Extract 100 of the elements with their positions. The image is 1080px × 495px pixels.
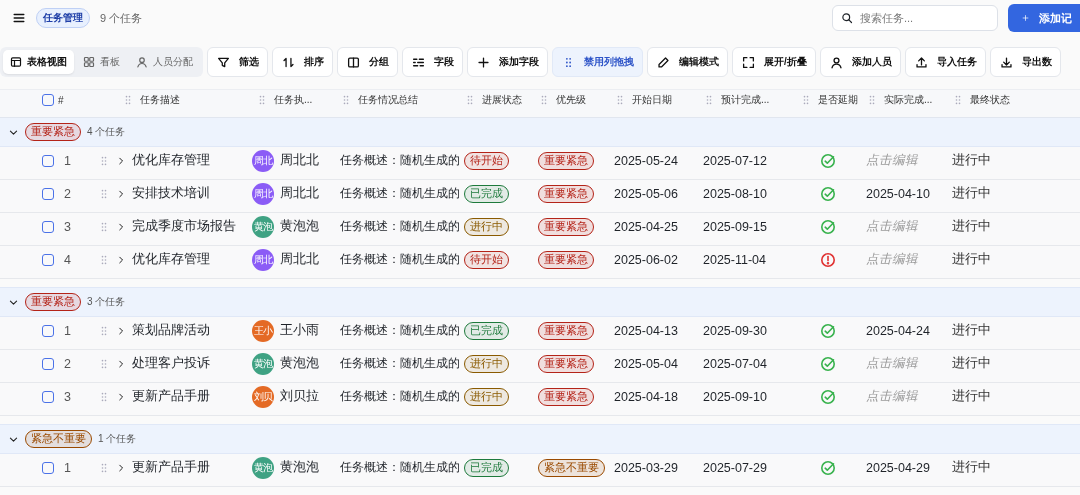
final-status: 进行中 [952,152,992,169]
status-tag: 进行中 [464,217,509,236]
summary-text: 任务概述：随机生成的 [340,252,460,267]
checkbox[interactable] [42,94,54,107]
assignee-name: 黄泡泡 [280,355,319,372]
menu-button[interactable] [12,11,26,25]
task-title: 优化库存管理 [132,152,210,169]
search-field[interactable]: 搜索任务... [832,5,998,31]
column-header: 实际完成... [884,93,933,108]
priority-tag: 重要紧急 [538,217,594,236]
expand-toggle[interactable] [116,254,126,265]
expand-toggle[interactable] [116,462,126,473]
chevron-icon [116,188,126,199]
priority-tag: 重要紧急 [538,387,594,406]
checkbox[interactable] [42,187,54,200]
date-text: 2025-09-15 [703,219,768,234]
chevron-icon [116,155,126,166]
priority-tag: 重要紧急 [538,250,594,269]
status-tag: 已完成 [464,321,509,340]
toolbar-button[interactable]: 添加字段 [467,47,548,77]
status-tag: 进行中 [464,354,509,373]
column-header: # [58,94,65,106]
row-number: 1 [63,323,72,338]
task-title: 更新产品手册 [132,388,210,405]
view-tab[interactable]: 看板 [76,50,127,74]
avatar: 周北 [252,149,274,172]
add-record-button[interactable]: 添加记 [1008,4,1080,32]
row-number: 3 [63,219,72,234]
avatar: 王小 [252,319,274,342]
task-title: 优化库存管理 [132,251,210,268]
toolbar-button[interactable]: 筛选 [207,47,268,77]
avatar: 黄泡 [252,215,274,238]
expand-toggle[interactable] [116,221,126,232]
checkbox[interactable] [42,324,54,337]
checkbox[interactable] [42,390,54,403]
task-title: 策划品牌活动 [132,322,210,339]
plus-icon [1022,12,1029,24]
column-header: 任务描述 [140,93,180,108]
date-text: 2025-04-10 [866,186,931,201]
view-tab[interactable]: 表格视图 [3,50,74,74]
row-number: 4 [63,252,72,267]
expand-toggle[interactable] [116,155,126,166]
checkbox[interactable] [42,253,54,266]
toolbar-button[interactable]: 导入任务 [904,47,986,77]
expand-toggle[interactable] [116,358,126,369]
expand-toggle[interactable] [116,188,126,199]
toolbar-button[interactable]: 字段 [402,47,463,77]
column-header: 进展状态 [482,93,522,108]
columns-icon [347,55,360,69]
checkbox[interactable] [42,220,54,233]
group-count: 4 个任务 [87,125,126,139]
checkbox[interactable] [42,461,54,474]
checkbox[interactable] [42,154,54,167]
row-number: 2 [63,186,72,201]
final-status: 进行中 [952,355,992,372]
date-text: 2025-05-04 [614,356,679,371]
avatar: 周北 [252,248,274,271]
summary-text: 任务概述：随机生成的 [340,356,460,371]
task-title: 更新产品手册 [132,459,210,476]
checkbox[interactable] [42,357,54,370]
toolbar-button[interactable]: 编辑模式 [647,47,728,77]
plus-icon [477,55,490,69]
toolbar-button[interactable]: 展开/折叠 [732,47,816,77]
expand-toggle[interactable] [116,325,126,336]
status-tag: 待开始 [464,250,509,269]
summary-text: 任务概述：随机生成的 [340,460,460,475]
date-text: 2025-03-29 [614,460,679,475]
toolbar-button[interactable]: 添加人员 [819,47,901,77]
task-title: 完成季度市场报告 [132,218,236,235]
view-tab[interactable]: 人员分配 [129,50,200,74]
status-tag: 已完成 [464,458,509,477]
sort-icon [282,55,295,69]
priority-tag: 重要紧急 [25,293,81,311]
row-number: 1 [63,460,72,475]
column-header: 开始日期 [632,93,672,108]
pencil-icon [657,55,670,69]
date-text: 2025-04-29 [866,460,931,475]
toolbar-button[interactable]: 禁用列拖拽 [552,47,643,77]
assignee-name: 周北北 [280,152,319,169]
column-header: 预计完成... [721,93,770,108]
assignee-name: 刘贝拉 [280,388,319,405]
toolbar-button[interactable]: 排序 [272,47,333,77]
column-header: 任务情况总结 [358,93,418,108]
final-status: 进行中 [952,251,992,268]
summary-text: 任务概述：随机生成的 [340,186,460,201]
menu-icon [12,11,26,25]
date-text: 2025-07-12 [703,153,768,168]
toolbar-button[interactable]: 分组 [337,47,398,77]
group-count: 1 个任务 [98,432,137,446]
column-header: 是否延期 [817,93,858,108]
date-text: 2025-09-30 [703,323,768,338]
user-icon [136,56,148,68]
priority-tag: 重要紧急 [538,151,594,170]
chevron-icon [116,325,126,336]
toolbar-button[interactable]: 导出数 [989,47,1061,77]
expand-toggle[interactable] [116,391,126,402]
row-number: 1 [63,153,72,168]
table-icon [10,56,22,68]
filter-icon [217,55,230,69]
assignee-name: 黄泡泡 [280,459,319,476]
